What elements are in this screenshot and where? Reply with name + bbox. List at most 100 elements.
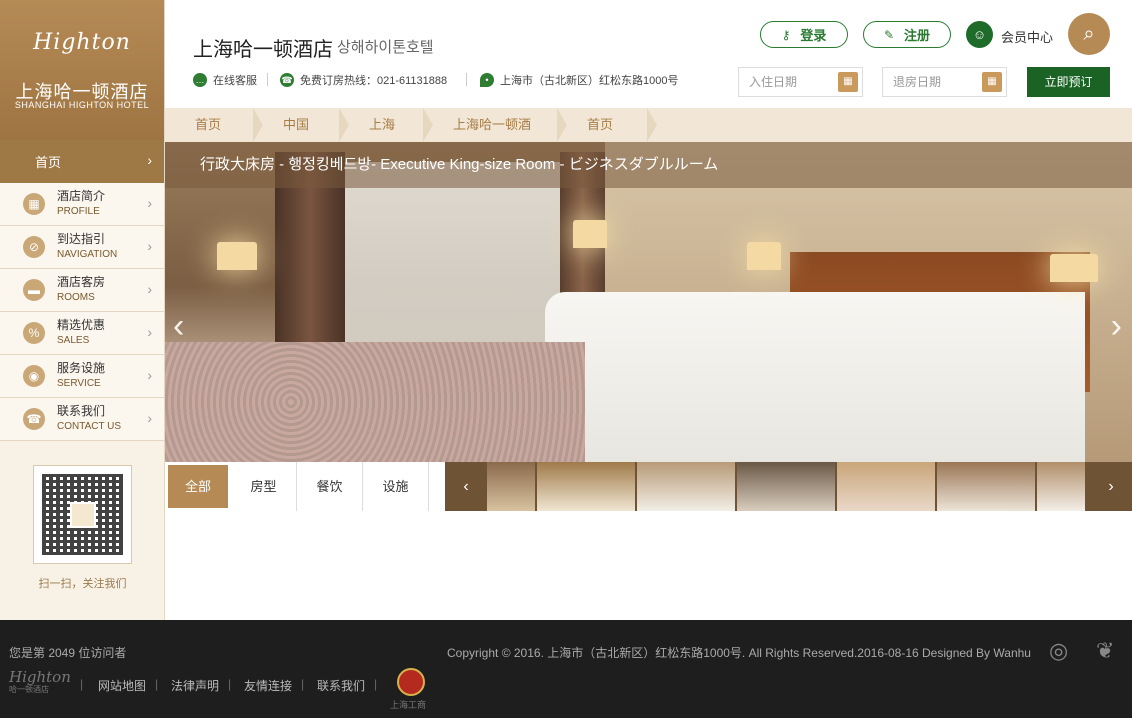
hotel-logo[interactable]: Highton 上海哈一顿酒店 SHANGHAI HIGHTON HOTEL <box>0 0 164 140</box>
tab-rooms[interactable]: 房型 <box>231 462 297 511</box>
checkin-date-input[interactable]: 入住日期 ▦ <box>738 67 863 97</box>
chat-icon: … <box>193 73 207 87</box>
chevron-right-icon: › <box>147 410 152 426</box>
chevron-right-icon: › <box>147 238 152 254</box>
sidebar-item-rooms[interactable]: ▬ 酒店客房 ROOMS › <box>0 269 164 312</box>
search-button[interactable]: ⌕ <box>1068 13 1110 55</box>
online-service-link[interactable]: … 在线客服 <box>193 72 257 88</box>
hotline-text: 免费订房热线：021-61131888 <box>300 75 448 87</box>
concierge-icon: ◉ <box>23 365 45 387</box>
logo-mark: Highton <box>33 30 131 55</box>
sidebar-item-label: 酒店客房 <box>57 275 106 289</box>
thumbnail[interactable] <box>837 462 935 511</box>
footer-link-friends[interactable]: 友情连接 <box>244 677 292 694</box>
business-license-badge[interactable] <box>397 668 425 696</box>
chevron-right-icon: › <box>147 324 152 340</box>
tab-facilities[interactable]: 设施 <box>363 462 429 511</box>
gallery-tabs: 全部 房型 餐饮 设施 <box>165 462 429 511</box>
divider <box>466 73 467 86</box>
footer-link-sitemap[interactable]: 网站地图 <box>98 677 146 694</box>
chevron-right-icon: › <box>147 281 152 297</box>
book-now-button[interactable]: 立即预订 <box>1027 67 1110 97</box>
discount-icon: % <box>23 322 45 344</box>
footer-logo: Highton 哈一顿酒店 <box>9 668 71 694</box>
sidebar: Highton 上海哈一顿酒店 SHANGHAI HIGHTON HOTEL 首… <box>0 0 165 620</box>
breadcrumb-item[interactable]: 首页 <box>165 108 263 142</box>
copyright: Copyright © 2016. 上海市（古北新区）红松东路1000号. Al… <box>447 646 1031 660</box>
chevron-left-icon[interactable]: ‹ <box>445 462 487 511</box>
bed-icon: ▬ <box>23 279 45 301</box>
address-text: 上海市（古北新区）红松东路1000号 <box>500 75 679 87</box>
chevron-left-icon[interactable]: ‹ <box>173 307 184 346</box>
slide-caption: 行政大床房 - 행정킹베드방- Executive King-size Room… <box>165 142 1132 188</box>
sidebar-item-label: 酒店简介 <box>57 189 106 203</box>
online-service-label: 在线客服 <box>213 75 257 87</box>
divider <box>267 73 268 86</box>
footer: 您是第 2049 位访问者 Copyright © 2016. 上海市（古北新区… <box>0 620 1132 718</box>
address: • 上海市（古北新区）红松东路1000号 <box>480 72 678 88</box>
phone-icon: ☎ <box>23 408 45 430</box>
sidebar-item-label: 到达指引 <box>57 232 106 246</box>
breadcrumb-item[interactable]: 上海 <box>339 108 433 142</box>
sidebar-item-contact[interactable]: ☎ 联系我们 CONTACT US › <box>0 398 164 441</box>
sidebar-item-label: 首页 <box>35 155 62 170</box>
thumbnail[interactable] <box>487 462 535 511</box>
sidebar-item-service[interactable]: ◉ 服务设施 SERVICE › <box>0 355 164 398</box>
weibo-icon[interactable]: ◎ <box>1049 638 1068 664</box>
sidebar-item-sublabel: ROOMS <box>57 292 95 303</box>
sidebar-item-sales[interactable]: % 精选优惠 SALES › <box>0 312 164 355</box>
sidebar-item-sublabel: NAVIGATION <box>57 249 118 260</box>
logo-en-name: SHANGHAI HIGHTON HOTEL <box>14 100 150 110</box>
location-pin-icon: • <box>480 73 494 87</box>
thumbnail[interactable] <box>937 462 1035 511</box>
member-center-link[interactable]: 会员中心 <box>1001 27 1053 46</box>
sidebar-item-sublabel: SERVICE <box>57 378 101 389</box>
thumbnail[interactable] <box>637 462 735 511</box>
tab-dining[interactable]: 餐饮 <box>297 462 363 511</box>
user-icon[interactable]: ☺ <box>966 21 993 48</box>
sidebar-item-sublabel: PROFILE <box>57 206 100 217</box>
sidebar-item-label: 精选优惠 <box>57 318 106 332</box>
sidebar-item-sublabel: CONTACT US <box>57 421 122 432</box>
chevron-right-icon: › <box>147 152 152 168</box>
visitor-counter: 您是第 2049 位访问者 <box>9 646 127 660</box>
badge-label: 上海工商 <box>390 700 427 710</box>
chevron-right-icon: › <box>147 367 152 383</box>
sidebar-item-sublabel: SALES <box>57 335 90 346</box>
tab-all[interactable]: 全部 <box>165 462 231 511</box>
calendar-icon[interactable]: ▦ <box>982 72 1002 92</box>
breadcrumb-item[interactable]: 中国 <box>253 108 349 142</box>
breadcrumb-item[interactable]: 上海哈一顿酒店 <box>423 108 567 166</box>
compass-icon: ⊘ <box>23 236 45 258</box>
page-title: 上海哈一顿酒店 <box>193 37 333 61</box>
chevron-right-icon[interactable]: › <box>1111 307 1122 346</box>
calendar-icon[interactable]: ▦ <box>838 72 858 92</box>
register-button[interactable]: ✎ 注册 <box>863 21 951 48</box>
search-icon: ⌕ <box>1083 23 1095 45</box>
thumbnail[interactable] <box>1037 462 1085 511</box>
sidebar-item-label: 联系我们 <box>57 404 106 418</box>
footer-link-legal[interactable]: 法律声明 <box>171 677 219 694</box>
qr-caption: 扫一扫，关注我们 <box>38 578 127 590</box>
page-title-korean: 상해하이톤호텔 <box>337 39 434 56</box>
wechat-icon[interactable]: ❦ <box>1096 638 1114 664</box>
checkout-date-input[interactable]: 退房日期 ▦ <box>882 67 1007 97</box>
chevron-right-icon[interactable]: › <box>1090 462 1132 511</box>
room-photo-slider[interactable]: 行政大床房 - 행정킹베드방- Executive King-size Room… <box>165 142 1132 462</box>
login-button[interactable]: ⚷ 登录 <box>760 21 848 48</box>
phone-icon: ☎ <box>280 73 294 87</box>
hotline: ☎ 免费订房热线：021-61131888 <box>280 72 447 88</box>
sidebar-item-home[interactable]: 首页 › <box>0 140 164 183</box>
sidebar-item-profile[interactable]: ▦ 酒店简介 PROFILE › <box>0 183 164 226</box>
thumbnail[interactable] <box>737 462 835 511</box>
breadcrumb: 首页 中国 上海 上海哈一顿酒店 首页 <box>165 108 1132 166</box>
sidebar-item-label: 服务设施 <box>57 361 106 375</box>
wechat-qr-code <box>33 465 132 564</box>
footer-link-contact[interactable]: 联系我们 <box>317 677 365 694</box>
thumbnail[interactable] <box>537 462 635 511</box>
thumbnail-strip: ‹ › <box>445 462 1132 511</box>
building-icon: ▦ <box>23 193 45 215</box>
sidebar-item-navigation[interactable]: ⊘ 到达指引 NAVIGATION › <box>0 226 164 269</box>
breadcrumb-current: 首页 <box>557 108 657 142</box>
key-icon: ⚷ <box>781 27 791 42</box>
